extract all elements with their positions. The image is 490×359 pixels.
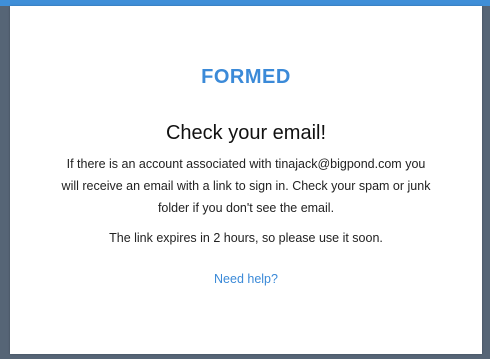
page-title: Check your email! bbox=[165, 122, 327, 144]
message-line: will receive an email with a link to sig… bbox=[61, 179, 431, 193]
need-help-container: Need help? bbox=[10, 272, 482, 286]
message-line: If there is an account associated with t… bbox=[66, 157, 426, 171]
message-line: folder if you don't see the email. bbox=[157, 201, 335, 215]
window-frame: FORMED Check your email! If there is an … bbox=[0, 0, 490, 359]
link-expiry-notice: The link expires in 2 hours, so please u… bbox=[109, 231, 383, 245]
email-confirmation-card: FORMED Check your email! If there is an … bbox=[10, 6, 482, 354]
confirmation-message: If there is an account associated with t… bbox=[20, 153, 472, 219]
brand-logo: FORMED bbox=[201, 66, 291, 88]
need-help-link[interactable]: Need help? bbox=[214, 272, 278, 286]
